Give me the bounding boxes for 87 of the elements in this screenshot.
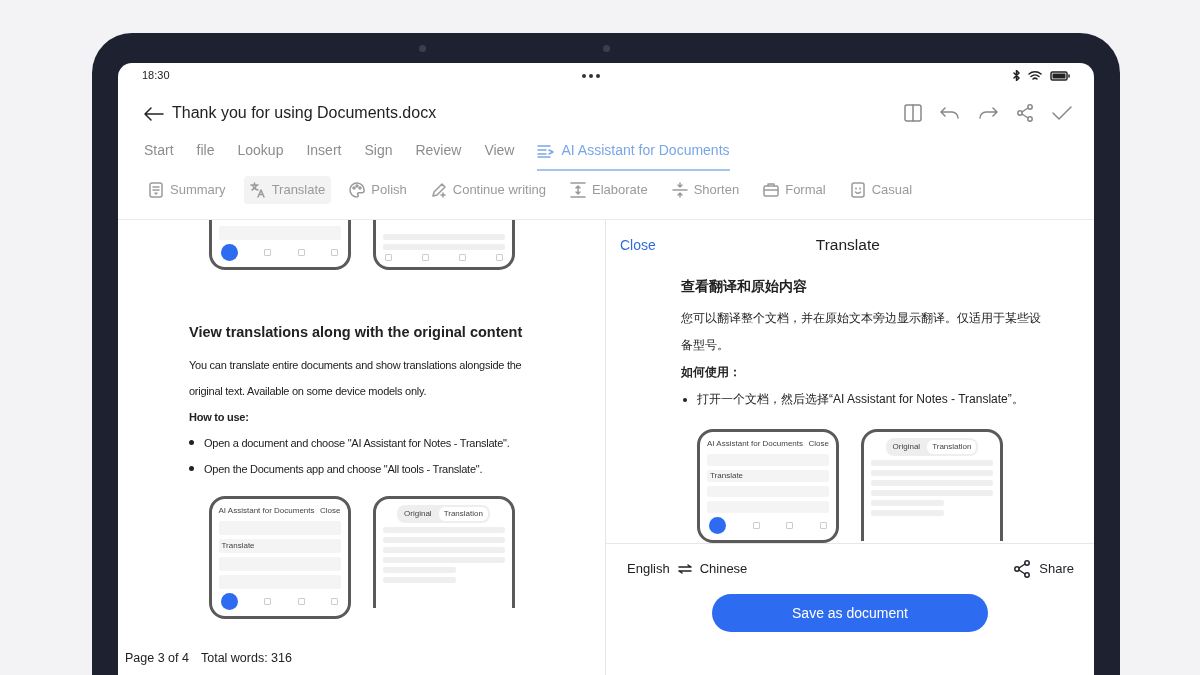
bullet-dot [189,466,194,472]
translate-icon [249,181,266,198]
tool-button[interactable]: Formal [757,176,832,204]
mockup-close: Close [320,504,341,517]
wifi-icon [1028,70,1042,81]
document-heading: View translations along with the original content [189,323,524,342]
tab[interactable]: View [484,138,515,171]
square-icon [458,254,466,261]
square-icon [264,249,272,256]
ai-lines-icon [537,143,556,158]
bullet-dot [683,397,687,402]
mockup-item: Translate [710,469,744,482]
document-paragraph: You can translate entire documents and show translations alongside the original text. Available on some device models only. [189,357,523,399]
segment-label: Translation [927,440,977,454]
translation-heading: 查看翻译和原始内容 [681,277,808,296]
bullet-text: 打开一个文档，然后选择“AI Assistant for Notes - Translate”。 [697,391,1024,408]
bullet-text: Open a document and choose "AI Assistant for Notes - Translate". [204,435,510,451]
back-arrow-icon [144,106,164,121]
mockup-title: AI Assistant for Documents [218,504,315,517]
tool-button[interactable]: Casual [843,176,919,204]
page-count: Page 3 of 4 [125,649,189,667]
mockup-item: Translate [221,539,255,552]
more-dots-icon [581,72,602,79]
translation-paragraph: 您可以翻译整个文档，并在原始文本旁边显示翻译。仅适用于某些设备型号。 [681,310,1042,354]
source-language[interactable]: English [627,559,670,579]
segment-label: Original [891,441,922,453]
tool-button[interactable]: Summary [142,176,232,204]
square-icon [752,522,760,529]
square-icon [819,522,827,529]
bullet-dot [189,440,194,446]
tool-button[interactable]: Polish [343,176,413,204]
tool-button[interactable]: Translate [243,176,332,204]
active-nav-icon [709,517,726,534]
sensor-icon [419,45,426,52]
camera-icon [603,45,610,52]
tab[interactable]: Insert [306,138,342,171]
segment-label: Translation [438,506,488,521]
tool-button[interactable]: Shorten [665,176,746,204]
document-title: Thank you for using Documents.docx [172,103,437,123]
tab[interactable]: Sign [364,138,393,171]
briefcase-icon [763,181,780,198]
segment-label: Original [403,507,433,520]
tool-button[interactable]: Continue writing [424,176,552,204]
tab[interactable]: Lookup [237,138,284,171]
summary-icon [148,181,164,198]
status-time: 18:30 [142,68,170,84]
share-button[interactable]: Share [1013,559,1074,579]
bullet-text: Open the Documents app and choose "All tools - Translate". [204,461,483,477]
target-language[interactable]: Chinese [699,559,748,579]
expand-icon [570,181,586,198]
square-icon [331,597,339,605]
check-icon[interactable] [1052,106,1072,120]
palette-icon [349,181,366,198]
redo-icon[interactable] [978,106,998,120]
square-icon [786,522,794,529]
tab[interactable]: file [196,138,215,171]
square-icon [331,249,339,256]
smile-icon [849,181,866,198]
swap-icon[interactable] [677,564,692,574]
active-nav-icon [220,592,238,610]
square-icon [421,254,429,261]
save-button[interactable]: Save as document [712,594,988,632]
square-icon [297,249,305,256]
square-icon [384,254,392,261]
square-icon [495,254,503,261]
mockup-title: AI Assistant for Documents [707,438,804,450]
tab[interactable]: Review [415,138,462,171]
split-view-icon[interactable] [904,104,922,122]
mockup-close: Close [808,438,829,450]
tool-button[interactable]: Elaborate [564,176,654,204]
square-icon [297,597,305,605]
document-subheading: How to use: [189,409,250,425]
tab[interactable]: Start [144,138,174,171]
translation-subheading: 如何使用： [681,364,742,381]
pencil-plus-icon [430,181,447,198]
share-icon [1013,560,1032,578]
undo-icon[interactable] [940,106,960,120]
word-count: Total words: 316 [200,649,292,667]
share-icon[interactable] [1016,104,1034,122]
close-button[interactable]: Close [620,234,656,256]
active-nav-icon [220,244,238,261]
battery-icon [1050,70,1070,81]
panel-title: Translate [815,235,880,256]
shrink-icon [671,181,688,198]
tab[interactable]: AI Assistant for Documents [537,138,730,171]
bluetooth-icon [1013,70,1020,81]
square-icon [264,597,272,605]
